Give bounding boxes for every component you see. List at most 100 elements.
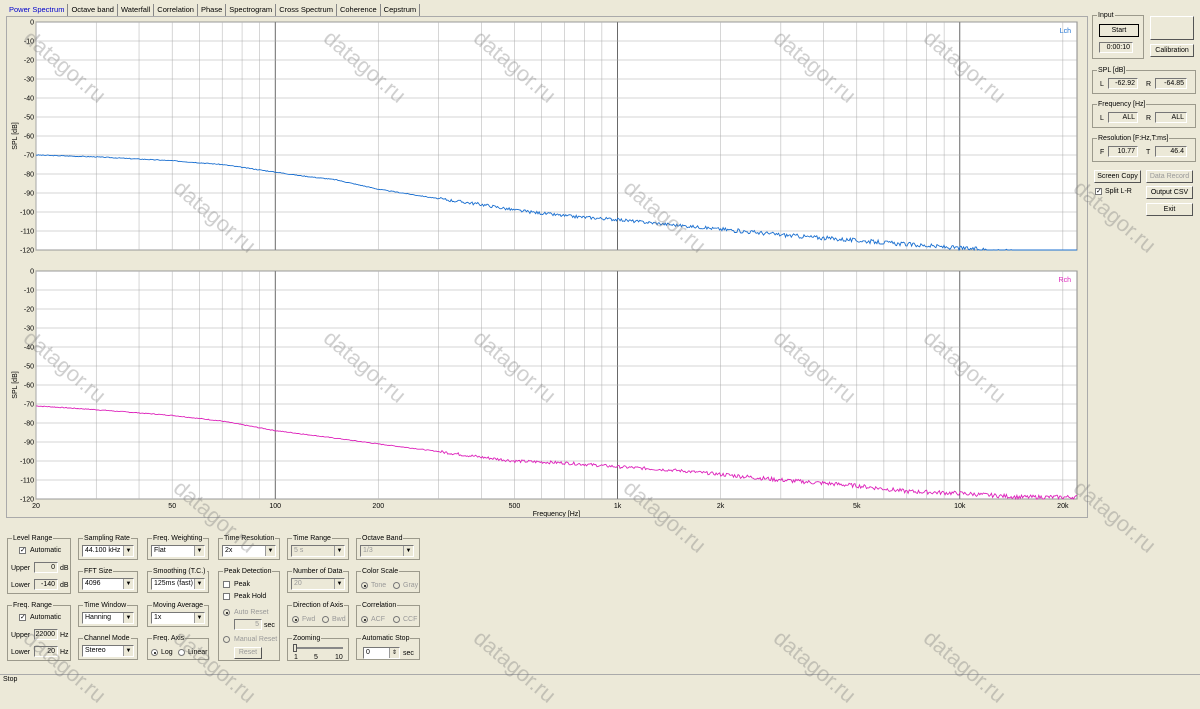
time-range-title: Time Range xyxy=(292,534,332,543)
freq-axis-log-radio[interactable] xyxy=(151,649,158,656)
level-indicator-box xyxy=(1150,16,1194,40)
sampling-rate-select[interactable]: 44.100 kHz ▼ xyxy=(82,545,134,557)
smoothing-select[interactable]: 125ms (fast) ▼ xyxy=(151,578,205,590)
freq-axis-linear-radio[interactable] xyxy=(178,649,185,656)
output-csv-button[interactable]: Output CSV xyxy=(1146,186,1193,199)
spl-l-label: L xyxy=(1100,81,1104,88)
y-tick-label: -20 xyxy=(24,58,34,65)
tab-correlation[interactable]: Correlation xyxy=(154,4,198,16)
y-tick-label: -50 xyxy=(24,115,34,122)
tab-power-spectrum[interactable]: Power Spectrum xyxy=(6,4,69,16)
auto-reset-label: Auto Reset xyxy=(234,609,269,616)
level-upper-input[interactable]: 0 xyxy=(34,562,58,573)
sampling-rate-value: 44.100 kHz xyxy=(85,547,121,554)
freq-axis-log-label: Log xyxy=(161,649,173,656)
start-button[interactable]: Start xyxy=(1099,24,1139,37)
time-range-value: 5 s xyxy=(294,547,304,554)
peak-hold-checkbox[interactable] xyxy=(223,593,230,600)
smoothing-title: Smoothing (T.C.) xyxy=(152,567,207,576)
frequency-group-title: Frequency [Hz] xyxy=(1097,100,1147,109)
time-range-select[interactable]: 5 s ▼ xyxy=(291,545,345,557)
direction-bwd-label: Bwd xyxy=(332,616,346,623)
tab-phase[interactable]: Phase xyxy=(198,4,227,16)
x-tick-label: 500 xyxy=(509,503,521,510)
freq-auto-checkbox[interactable]: ✓ xyxy=(19,614,26,621)
spl-group-title: SPL [dB] xyxy=(1097,66,1127,75)
y-tick-label: -90 xyxy=(24,440,34,447)
spinner-arrows-icon[interactable]: ⇕ xyxy=(389,648,399,658)
reset-seconds-input[interactable]: 5 xyxy=(234,619,262,630)
zoom-slider-track[interactable] xyxy=(293,647,343,649)
y-tick-label: -90 xyxy=(24,191,34,198)
freq-range-title: Freq. Range xyxy=(12,601,53,610)
direction-bwd-radio[interactable] xyxy=(322,616,329,623)
y-tick-label: -20 xyxy=(24,307,34,314)
chevron-down-icon: ▼ xyxy=(123,546,133,556)
channel-mode-title: Channel Mode xyxy=(83,634,131,643)
reset-button[interactable]: Reset xyxy=(234,647,262,659)
freq-upper-input[interactable]: 22000 xyxy=(34,629,58,640)
color-tone-radio[interactable] xyxy=(361,582,368,589)
level-upper-label: Upper xyxy=(11,565,31,572)
number-of-data-value: 20 xyxy=(294,580,302,587)
zoom-tick-1: 1 xyxy=(294,654,298,661)
y-tick-label: -50 xyxy=(24,364,34,371)
zoom-tick-5: 5 xyxy=(314,654,318,661)
y-tick-label: 0 xyxy=(30,269,34,276)
correlation-ccf-radio[interactable] xyxy=(393,616,400,623)
calibration-button[interactable]: Calibration xyxy=(1150,44,1194,57)
time-resolution-select[interactable]: 2x ▼ xyxy=(222,545,276,557)
tab-cross-spectrum[interactable]: Cross Spectrum xyxy=(276,4,337,16)
spl-r-value: -64.85 xyxy=(1155,78,1187,89)
spectrum-plots: 0-10-20-30-40-50-60-70-80-90-100-110-120… xyxy=(12,20,1078,518)
channel-label: Rch xyxy=(1059,277,1072,284)
freq-auto-label: Automatic xyxy=(30,614,62,621)
channel-mode-select[interactable]: Stereo ▼ xyxy=(82,645,134,657)
color-gray-label: Gray xyxy=(403,582,419,589)
chevron-down-icon: ▼ xyxy=(123,613,133,623)
data-record-button[interactable]: Data Record xyxy=(1146,170,1193,183)
correlation-acf-radio[interactable] xyxy=(361,616,368,623)
chevron-down-icon: ▼ xyxy=(123,646,133,656)
chevron-down-icon: ▼ xyxy=(194,613,204,623)
octave-band-select[interactable]: 1/3 ▼ xyxy=(360,545,414,557)
level-lower-input[interactable]: -140 xyxy=(34,579,58,590)
fft-size-select[interactable]: 4096 ▼ xyxy=(82,578,134,590)
direction-fwd-radio[interactable] xyxy=(292,616,299,623)
level-auto-checkbox[interactable]: ✓ xyxy=(19,547,26,554)
time-window-select[interactable]: Hanning ▼ xyxy=(82,612,134,624)
peak-checkbox[interactable] xyxy=(223,581,230,588)
exit-button[interactable]: Exit xyxy=(1146,203,1193,216)
x-tick-label: 2k xyxy=(717,503,725,510)
manual-reset-radio[interactable] xyxy=(223,636,230,643)
chevron-down-icon: ▼ xyxy=(403,546,413,556)
freq-lower-input[interactable]: 20 xyxy=(34,646,58,657)
y-tick-label: -10 xyxy=(24,39,34,46)
zoom-slider-thumb[interactable] xyxy=(293,644,297,652)
auto-stop-title: Automatic Stop xyxy=(361,634,411,643)
tab-octave-band[interactable]: Octave band xyxy=(68,4,118,16)
freq-weighting-select[interactable]: Flat ▼ xyxy=(151,545,205,557)
tab-cepstrum[interactable]: Cepstrum xyxy=(381,4,421,16)
moving-average-select[interactable]: 1x ▼ xyxy=(151,612,205,624)
chevron-down-icon: ▼ xyxy=(123,579,133,589)
split-lr-checkbox[interactable]: ✓ xyxy=(1095,188,1102,195)
tab-spectrogram[interactable]: Spectrogram xyxy=(226,4,277,16)
auto-stop-spinner[interactable]: 0 ⇕ xyxy=(363,647,400,659)
time-resolution-title: Time Resolution xyxy=(223,534,276,543)
color-gray-radio[interactable] xyxy=(393,582,400,589)
correlation-title: Correlation xyxy=(361,601,398,610)
tab-coherence[interactable]: Coherence xyxy=(337,4,381,16)
time-window-title: Time Window xyxy=(83,601,128,610)
tab-waterfall[interactable]: Waterfall xyxy=(118,4,155,16)
screen-copy-button[interactable]: Screen Copy xyxy=(1094,170,1141,183)
number-of-data-select[interactable]: 20 ▼ xyxy=(291,578,345,590)
y-tick-label: -40 xyxy=(24,345,34,352)
freq-lower-label: Lower xyxy=(11,649,31,656)
elapsed-time-field: 0:00:10 xyxy=(1099,42,1133,53)
x-tick-label: 20 xyxy=(32,503,40,510)
auto-reset-radio[interactable] xyxy=(223,609,230,616)
y-tick-label: -120 xyxy=(20,248,34,255)
y-tick-label: -60 xyxy=(24,383,34,390)
freq-lower-unit: Hz xyxy=(60,649,69,656)
